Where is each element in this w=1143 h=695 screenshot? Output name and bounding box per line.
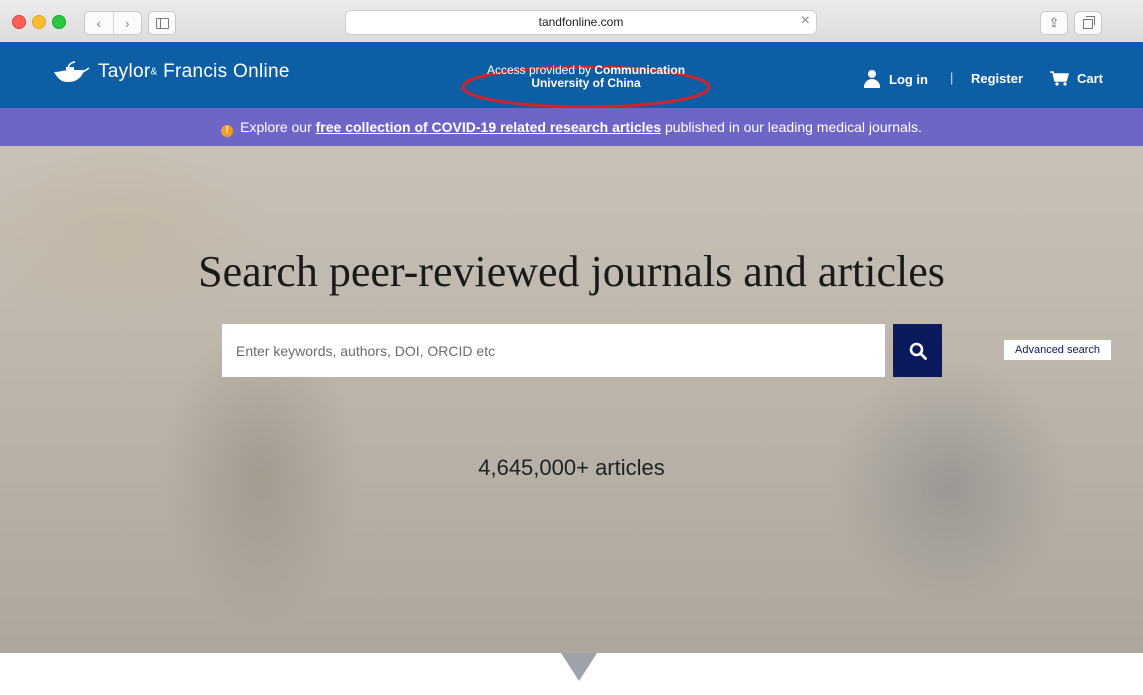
- back-button[interactable]: ‹: [85, 12, 113, 34]
- brand-francis-online: Francis Online: [163, 61, 290, 82]
- teapot-lamp-icon: [50, 58, 90, 86]
- login-label: Log in: [889, 71, 928, 87]
- login-link[interactable]: Log in: [864, 70, 928, 88]
- search-input[interactable]: [222, 324, 885, 377]
- brand-taylor: Taylor: [98, 61, 151, 82]
- site-logo[interactable]: Taylor& Francis Online: [50, 58, 290, 86]
- tabs-icon: [1083, 16, 1095, 29]
- covid-announcement-banner: ! Explore our free collection of COVID-19…: [0, 108, 1143, 146]
- browser-toolbar: ‹ › tandfonline.com × ⇪: [0, 0, 1143, 43]
- hero-background-photo: [0, 146, 1143, 653]
- banner-prefix: Explore our: [240, 119, 312, 135]
- chevron-down-icon[interactable]: [561, 653, 597, 681]
- cart-icon: [1050, 71, 1069, 86]
- user-icon: [864, 70, 880, 88]
- access-institution-line2: University of China: [531, 76, 641, 90]
- hero-title: Search peer-reviewed journals and articl…: [198, 247, 945, 296]
- search-button[interactable]: [893, 324, 942, 377]
- brand-name: Taylor& Francis Online: [98, 61, 290, 83]
- advanced-search-link[interactable]: Advanced search: [1004, 340, 1111, 360]
- close-icon[interactable]: ×: [801, 12, 810, 30]
- forward-button[interactable]: ›: [112, 12, 142, 34]
- history-navigation: ‹ ›: [84, 11, 142, 35]
- access-institution-line1: Communication: [594, 63, 686, 77]
- banner-suffix: published in our leading medical journal…: [665, 119, 922, 135]
- minimize-window-button[interactable]: [32, 15, 46, 29]
- search-box: [222, 324, 885, 377]
- tab-overview-button[interactable]: [1074, 11, 1102, 35]
- hero-section: Search peer-reviewed journals and articl…: [0, 146, 1143, 653]
- brand-ampersand: &: [150, 66, 158, 78]
- url-text: tandfonline.com: [538, 15, 624, 29]
- covid-collection-link[interactable]: free collection of COVID-19 related rese…: [316, 119, 661, 135]
- zoom-window-button[interactable]: [52, 15, 66, 29]
- cart-link[interactable]: Cart: [1049, 70, 1103, 86]
- institutional-access-notice: Access provided by Communication Univers…: [460, 64, 712, 108]
- share-button[interactable]: ⇪: [1040, 11, 1068, 35]
- access-prefix: Access provided by: [486, 63, 592, 77]
- close-window-button[interactable]: [12, 15, 26, 29]
- site-header: Taylor& Francis Online Access provided b…: [0, 42, 1143, 109]
- register-link[interactable]: Register: [971, 71, 1023, 86]
- search-icon: [909, 342, 927, 360]
- sidebar-icon: [156, 18, 169, 29]
- warning-icon: !: [221, 125, 234, 137]
- address-bar[interactable]: tandfonline.com ×: [345, 10, 817, 35]
- sidebar-toggle-button[interactable]: [148, 11, 176, 35]
- cart-label: Cart: [1077, 70, 1104, 86]
- article-count: 4,645,000+ articles: [478, 455, 665, 480]
- header-divider: |: [950, 70, 954, 85]
